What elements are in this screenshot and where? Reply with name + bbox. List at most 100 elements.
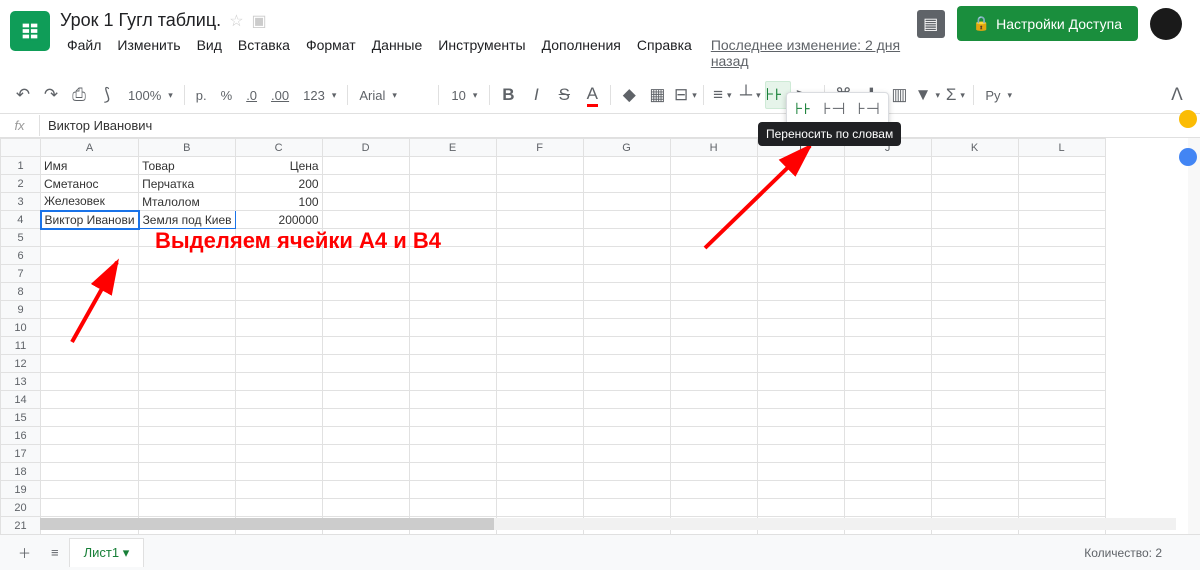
cell-L16[interactable] (1018, 427, 1105, 445)
cell-I7[interactable] (757, 265, 844, 283)
row-header[interactable]: 12 (1, 355, 41, 373)
cell-G12[interactable] (583, 355, 670, 373)
cell-F8[interactable] (496, 283, 583, 301)
text-color-button[interactable]: A (579, 81, 605, 109)
cell-G15[interactable] (583, 409, 670, 427)
cell-G6[interactable] (583, 247, 670, 265)
cell-L17[interactable] (1018, 445, 1105, 463)
cell-A12[interactable] (41, 355, 139, 373)
cell-C15[interactable] (235, 409, 322, 427)
cell-G17[interactable] (583, 445, 670, 463)
row-header[interactable]: 16 (1, 427, 41, 445)
cell-A16[interactable] (41, 427, 139, 445)
cell-L11[interactable] (1018, 337, 1105, 355)
col-header[interactable]: A (41, 139, 139, 157)
cell-J6[interactable] (844, 247, 931, 265)
cell-F9[interactable] (496, 301, 583, 319)
spreadsheet-grid[interactable]: ABCDEFGHIJKL1ИмяТоварЦена2СметаносПерчат… (0, 138, 1200, 566)
italic-button[interactable]: I (523, 81, 549, 109)
cell-L10[interactable] (1018, 319, 1105, 337)
cell-K11[interactable] (931, 337, 1018, 355)
cell-D10[interactable] (322, 319, 409, 337)
cell-L18[interactable] (1018, 463, 1105, 481)
cell-I19[interactable] (757, 481, 844, 499)
cell-C20[interactable] (235, 499, 322, 517)
decrease-decimal-button[interactable]: .0 (240, 81, 263, 109)
cell-B20[interactable] (139, 499, 236, 517)
cell-K20[interactable] (931, 499, 1018, 517)
cell-E10[interactable] (409, 319, 496, 337)
cell-I13[interactable] (757, 373, 844, 391)
cell-H20[interactable] (670, 499, 757, 517)
cell-H19[interactable] (670, 481, 757, 499)
cell-C2[interactable]: 200 (235, 175, 322, 193)
cell-A2[interactable]: Сметанос (41, 175, 139, 193)
cell-F4[interactable] (496, 211, 583, 229)
cell-C11[interactable] (235, 337, 322, 355)
cell-D3[interactable] (322, 193, 409, 211)
cell-I18[interactable] (757, 463, 844, 481)
row-header[interactable]: 19 (1, 481, 41, 499)
col-header[interactable]: G (583, 139, 670, 157)
wrap-wrap-icon[interactable]: ⊦⊣ (821, 97, 847, 121)
bold-button[interactable]: B (495, 81, 521, 109)
cell-D18[interactable] (322, 463, 409, 481)
cell-F17[interactable] (496, 445, 583, 463)
strikethrough-button[interactable]: S (551, 81, 577, 109)
cell-G20[interactable] (583, 499, 670, 517)
menu-insert[interactable]: Вставка (231, 33, 297, 73)
cell-J1[interactable] (844, 157, 931, 175)
cell-E19[interactable] (409, 481, 496, 499)
cell-B19[interactable] (139, 481, 236, 499)
col-header[interactable]: B (139, 139, 236, 157)
cell-K13[interactable] (931, 373, 1018, 391)
increase-decimal-button[interactable]: .00 (265, 81, 295, 109)
row-header[interactable]: 6 (1, 247, 41, 265)
cell-J16[interactable] (844, 427, 931, 445)
cell-C10[interactable] (235, 319, 322, 337)
cell-D16[interactable] (322, 427, 409, 445)
spellcheck-button[interactable]: Ру (979, 81, 1018, 109)
cell-B14[interactable] (139, 391, 236, 409)
cell-C4[interactable]: 200000 (235, 211, 322, 229)
cell-L9[interactable] (1018, 301, 1105, 319)
cell-L1[interactable] (1018, 157, 1105, 175)
formula-input[interactable]: Виктор Иванович (40, 115, 160, 136)
cell-I10[interactable] (757, 319, 844, 337)
currency-button[interactable]: р. (190, 81, 213, 109)
cell-H18[interactable] (670, 463, 757, 481)
doc-title[interactable]: Урок 1 Гугл таблиц. (60, 10, 221, 31)
cell-F16[interactable] (496, 427, 583, 445)
cell-D20[interactable] (322, 499, 409, 517)
cell-B7[interactable] (139, 265, 236, 283)
cell-L12[interactable] (1018, 355, 1105, 373)
cell-K14[interactable] (931, 391, 1018, 409)
cell-G18[interactable] (583, 463, 670, 481)
cell-A4[interactable]: Виктор Иванови (41, 211, 139, 229)
filter-button[interactable]: ▼ (914, 81, 940, 109)
cell-F10[interactable] (496, 319, 583, 337)
cell-D7[interactable] (322, 265, 409, 283)
cell-K1[interactable] (931, 157, 1018, 175)
cell-C19[interactable] (235, 481, 322, 499)
cell-G9[interactable] (583, 301, 670, 319)
cell-H8[interactable] (670, 283, 757, 301)
cell-E1[interactable] (409, 157, 496, 175)
cell-J10[interactable] (844, 319, 931, 337)
cell-E20[interactable] (409, 499, 496, 517)
cell-F5[interactable] (496, 229, 583, 247)
cell-E13[interactable] (409, 373, 496, 391)
cell-I14[interactable] (757, 391, 844, 409)
cell-G13[interactable] (583, 373, 670, 391)
cell-C18[interactable] (235, 463, 322, 481)
cell-L8[interactable] (1018, 283, 1105, 301)
menu-addons[interactable]: Дополнения (535, 33, 628, 73)
sheet-tab[interactable]: Лист1 ▾ (69, 538, 145, 567)
star-icon[interactable]: ☆ (229, 11, 243, 31)
col-header[interactable]: F (496, 139, 583, 157)
cell-I15[interactable] (757, 409, 844, 427)
cell-C9[interactable] (235, 301, 322, 319)
horizontal-scrollbar[interactable] (40, 518, 1176, 530)
cell-G19[interactable] (583, 481, 670, 499)
cell-E7[interactable] (409, 265, 496, 283)
